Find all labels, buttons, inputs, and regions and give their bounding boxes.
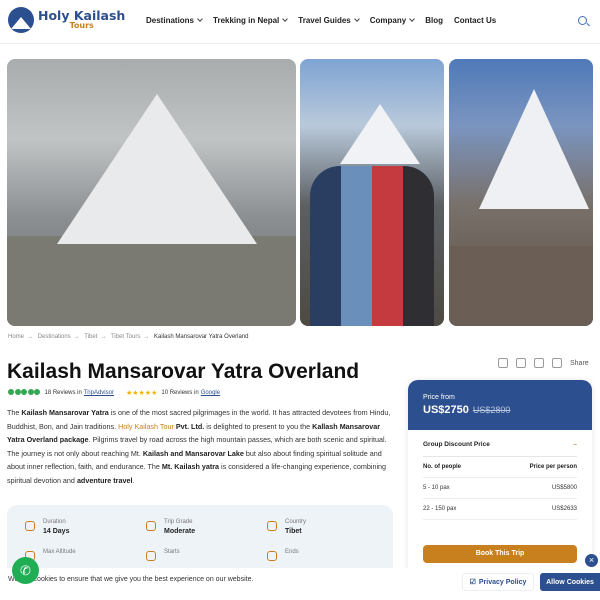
table-row: 22 - 150 pax US$2633 (423, 499, 577, 520)
site-header: Holy Kailash Tours Destinations Trekking… (0, 0, 600, 44)
group-price-table: No. of people Price per person 5 - 10 pax… (408, 457, 592, 520)
collapse-icon: – (573, 441, 577, 448)
price-header: Price from US$2750 US$2800 (408, 380, 592, 430)
breadcrumb-tibet-tours[interactable]: Tibet Tours (111, 334, 140, 340)
fact-ends: Ends (267, 549, 299, 561)
trip-description: The Kailash Mansarovar Yatra is one of t… (7, 408, 391, 485)
share-label[interactable]: Share (570, 360, 589, 367)
nav-item-contact[interactable]: Contact Us (454, 16, 496, 25)
calendar-icon (25, 521, 35, 531)
chevron-down-icon (197, 16, 203, 22)
share-icon[interactable] (552, 358, 562, 368)
document-icon[interactable] (516, 358, 526, 368)
breadcrumb: Home → Destinations → Tibet → Tibet Tours → … (8, 334, 249, 340)
search-icon[interactable] (578, 16, 587, 25)
gallery-photo-prayer-flags[interactable] (449, 59, 593, 326)
allow-cookies-button[interactable]: Allow Cookies (540, 573, 600, 591)
fact-starts: Starts (146, 549, 180, 561)
breadcrumb-current: Kailash Mansarovar Yatra Overland (154, 334, 249, 340)
group-discount-toggle[interactable]: Group Discount Price – (408, 430, 592, 448)
gauge-icon (146, 521, 156, 531)
table-row: 5 - 10 pax US$5800 (423, 478, 577, 499)
price-card: Price from US$2750 US$2800 Group Discount… (408, 380, 592, 600)
breadcrumb-tibet[interactable]: Tibet (84, 334, 97, 340)
download-icon[interactable] (498, 358, 508, 368)
page-actions: Share (498, 358, 589, 368)
breadcrumb-destinations[interactable]: Destinations (38, 334, 71, 340)
review-summary: 18 Reviews in TripAdvisor ★★★★★ 10 Revie… (8, 389, 220, 397)
nav-item-company[interactable]: Company (370, 16, 416, 25)
current-price: US$2750 (423, 404, 469, 416)
map-icon[interactable] (534, 358, 544, 368)
gallery-photo-kailash-north[interactable] (7, 59, 296, 326)
tripadvisor-rating-dots (8, 389, 41, 397)
close-icon[interactable]: × (585, 554, 598, 567)
chevron-down-icon (353, 16, 360, 22)
nav-item-travel-guides[interactable]: Travel Guides (298, 16, 360, 25)
site-logo[interactable]: Holy Kailash Tours (8, 7, 125, 33)
tripadvisor-link[interactable]: TripAdvisor (84, 390, 114, 396)
cookie-text: We use cookies to ensure that we give yo… (8, 576, 254, 583)
gallery-photo-pilgrims[interactable] (300, 59, 444, 326)
original-price: US$2800 (472, 405, 511, 415)
google-rating-stars: ★★★★★ (125, 390, 158, 397)
breadcrumb-home[interactable]: Home (8, 334, 24, 340)
cookie-banner: We use cookies to ensure that we give yo… (0, 568, 600, 600)
nav-item-blog[interactable]: Blog (425, 16, 443, 25)
mountain-logo-icon (8, 7, 34, 33)
whatsapp-icon[interactable]: ✆ (12, 557, 39, 584)
nav-item-destinations[interactable]: Destinations (146, 16, 203, 25)
fact-trip-grade: Trip Grade Moderate (146, 519, 195, 535)
page-title: Kailash Mansarovar Yatra Overland (7, 360, 360, 383)
fact-duration: Duration 14 Days (25, 519, 69, 535)
google-link[interactable]: Google (201, 390, 220, 396)
table-header: No. of people Price per person (423, 457, 577, 478)
company-link[interactable]: Holy Kailash Tour (118, 422, 174, 431)
nav-item-trekking[interactable]: Trekking in Nepal (213, 16, 289, 25)
globe-icon (267, 521, 277, 531)
main-nav: Destinations Trekking in Nepal Travel Gu… (146, 16, 507, 25)
chevron-down-icon (409, 16, 416, 22)
brand-subtitle: Tours (69, 21, 94, 31)
fact-country: Country Tibet (267, 519, 306, 535)
privacy-policy-button[interactable]: ☑ Privacy Policy (462, 573, 534, 591)
flag-icon (267, 551, 277, 561)
book-trip-button[interactable]: Book This Trip (423, 545, 577, 563)
flag-icon (146, 551, 156, 561)
chevron-down-icon (282, 16, 289, 22)
